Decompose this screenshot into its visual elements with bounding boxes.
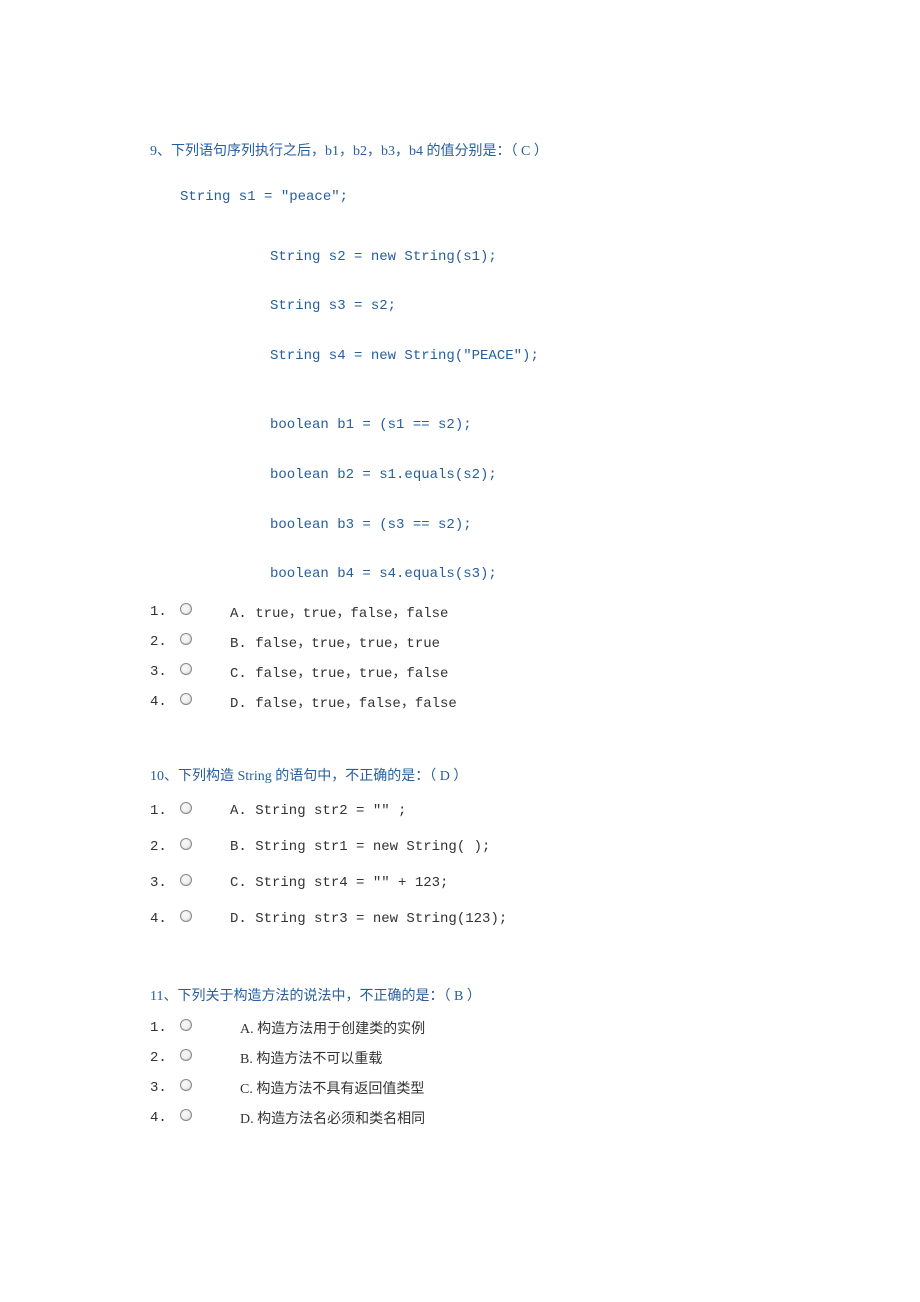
radio-cell	[180, 1115, 240, 1121]
radio-cell	[180, 1025, 240, 1031]
option-text: D. String str3 = new String(123);	[230, 911, 507, 927]
question-9-title: 9、下列语句序列执行之后，b1，b2，b3，b4 的值分别是：（ C ）	[150, 140, 800, 160]
code-line: String s2 = new String(s1);	[270, 248, 800, 268]
option-row: 3. C. String str4 = "" + 123;	[150, 867, 800, 899]
radio-icon[interactable]	[180, 633, 192, 645]
option-row: 4. D. 构造方法名必须和类名相同	[150, 1105, 800, 1131]
question-11-options: 1. A. 构造方法用于创建类的实例 2. B. 构造方法不可以重载 3. C.…	[150, 1015, 800, 1131]
option-text: C. String str4 = "" + 123;	[230, 875, 448, 891]
option-number: 1.	[150, 604, 180, 620]
option-number: 2.	[150, 839, 180, 855]
option-row: 3. C. 构造方法不具有返回值类型	[150, 1075, 800, 1101]
option-number: 1.	[150, 1020, 180, 1036]
radio-icon[interactable]	[180, 838, 192, 850]
option-row: 2. B. String str1 = new String( );	[150, 831, 800, 863]
question-9-options: 1. A. true，true，false，false 2. B. false，…	[150, 599, 800, 715]
question-10-title: 10、下列构造 String 的语句中，不正确的是：（ D ）	[150, 765, 800, 785]
option-number: 4.	[150, 1110, 180, 1126]
option-text: B. false，true，true，true	[230, 632, 440, 652]
option-text: C. false，true，true，false	[230, 662, 448, 682]
option-row: 1. A. 构造方法用于创建类的实例	[150, 1015, 800, 1041]
option-number: 3.	[150, 875, 180, 891]
document-page: 9、下列语句序列执行之后，b1，b2，b3，b4 的值分别是：（ C ） Str…	[0, 0, 920, 1301]
option-row: 4. D. false，true，false，false	[150, 689, 800, 715]
radio-cell	[180, 916, 230, 922]
option-row: 4. D. String str3 = new String(123);	[150, 903, 800, 935]
radio-cell	[180, 669, 230, 675]
code-line: boolean b2 = s1.equals(s2);	[270, 466, 800, 486]
radio-icon[interactable]	[180, 603, 192, 615]
code-line: boolean b1 = (s1 == s2);	[270, 416, 800, 436]
radio-icon[interactable]	[180, 874, 192, 886]
radio-cell	[180, 639, 230, 645]
question-11-title: 11、下列关于构造方法的说法中，不正确的是：（ B ）	[150, 985, 800, 1005]
radio-icon[interactable]	[180, 663, 192, 675]
radio-cell	[180, 808, 230, 814]
radio-cell	[180, 1055, 240, 1061]
option-number: 2.	[150, 634, 180, 650]
radio-cell	[180, 844, 230, 850]
option-number: 3.	[150, 1080, 180, 1096]
radio-cell	[180, 609, 230, 615]
radio-icon[interactable]	[180, 1049, 192, 1061]
question-11: 11、下列关于构造方法的说法中，不正确的是：（ B ） 1. A. 构造方法用于…	[150, 985, 800, 1131]
option-text: C. 构造方法不具有返回值类型	[240, 1078, 424, 1098]
question-9: 9、下列语句序列执行之后，b1，b2，b3，b4 的值分别是：（ C ） Str…	[150, 140, 800, 715]
radio-cell	[180, 699, 230, 705]
code-line: String s3 = s2;	[270, 297, 800, 317]
option-number: 4.	[150, 694, 180, 710]
radio-cell	[180, 880, 230, 886]
question-10: 10、下列构造 String 的语句中，不正确的是：（ D ） 1. A. St…	[150, 765, 800, 935]
option-text: B. 构造方法不可以重载	[240, 1048, 382, 1068]
code-line: String s1 = "peace";	[180, 188, 800, 208]
option-number: 1.	[150, 803, 180, 819]
code-line: String s4 = new String("PEACE");	[270, 347, 800, 367]
option-text: A. 构造方法用于创建类的实例	[240, 1018, 425, 1038]
radio-cell	[180, 1085, 240, 1091]
radio-icon[interactable]	[180, 693, 192, 705]
option-row: 2. B. false，true，true，true	[150, 629, 800, 655]
radio-icon[interactable]	[180, 1079, 192, 1091]
option-number: 2.	[150, 1050, 180, 1066]
option-text: A. true，true，false，false	[230, 602, 448, 622]
option-text: D. 构造方法名必须和类名相同	[240, 1108, 425, 1128]
option-number: 3.	[150, 664, 180, 680]
radio-icon[interactable]	[180, 802, 192, 814]
question-9-code: String s1 = "peace"; String s2 = new Str…	[150, 188, 800, 585]
option-row: 2. B. 构造方法不可以重载	[150, 1045, 800, 1071]
option-text: B. String str1 = new String( );	[230, 839, 490, 855]
code-line: boolean b3 = (s3 == s2);	[270, 516, 800, 536]
question-10-options: 1. A. String str2 = "" ; 2. B. String st…	[150, 795, 800, 935]
radio-icon[interactable]	[180, 1109, 192, 1121]
option-row: 3. C. false，true，true，false	[150, 659, 800, 685]
option-text: A. String str2 = "" ;	[230, 803, 406, 819]
radio-icon[interactable]	[180, 910, 192, 922]
radio-icon[interactable]	[180, 1019, 192, 1031]
option-row: 1. A. true，true，false，false	[150, 599, 800, 625]
option-row: 1. A. String str2 = "" ;	[150, 795, 800, 827]
option-number: 4.	[150, 911, 180, 927]
option-text: D. false，true，false，false	[230, 692, 457, 712]
code-line: boolean b4 = s4.equals(s3);	[270, 565, 800, 585]
